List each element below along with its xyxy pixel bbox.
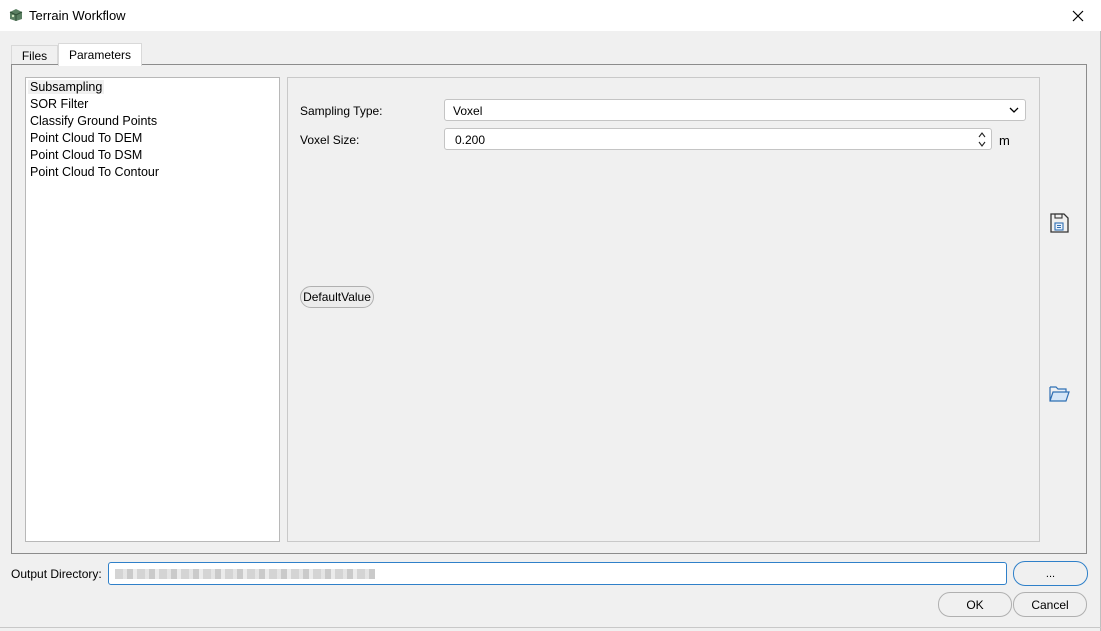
window-title: Terrain Workflow: [29, 8, 126, 23]
sampling-type-select[interactable]: Voxel: [444, 99, 1026, 121]
default-value-button[interactable]: DefaultValue: [300, 286, 374, 308]
chevron-down-icon: [1009, 107, 1019, 113]
sampling-type-label: Sampling Type:: [300, 104, 383, 118]
algorithm-item-classify-ground-points[interactable]: Classify Ground Points: [30, 114, 157, 128]
voxel-size-value: 0.200: [455, 133, 486, 147]
algorithm-list[interactable]: Subsampling SOR Filter Classify Ground P…: [25, 77, 280, 542]
folder-open-icon[interactable]: [1048, 382, 1070, 404]
parameter-panel: Sampling Type: Voxel Voxel Size: 0.200 m…: [287, 77, 1040, 542]
spin-up-icon[interactable]: [977, 131, 987, 139]
algorithm-item-point-cloud-to-contour[interactable]: Point Cloud To Contour: [30, 165, 159, 179]
voxel-size-spinbox[interactable]: 0.200: [444, 128, 992, 150]
algorithm-item-point-cloud-to-dsm[interactable]: Point Cloud To DSM: [30, 148, 142, 162]
cancel-button[interactable]: Cancel: [1013, 592, 1087, 617]
voxel-size-label: Voxel Size:: [300, 133, 360, 147]
voxel-size-unit: m: [999, 133, 1010, 148]
title-bar: Terrain Workflow: [0, 0, 1101, 31]
browse-button[interactable]: ...: [1013, 561, 1088, 586]
tab-parameters[interactable]: Parameters: [58, 43, 142, 66]
parameters-tab-content: Subsampling SOR Filter Classify Ground P…: [11, 64, 1087, 554]
window-bottom-border: [0, 627, 1101, 628]
save-icon[interactable]: [1048, 212, 1070, 234]
algorithm-item-point-cloud-to-dem[interactable]: Point Cloud To DEM: [30, 131, 142, 145]
output-directory-input[interactable]: [108, 562, 1007, 585]
terrain-app-icon: [9, 9, 23, 21]
spin-down-icon[interactable]: [977, 140, 987, 148]
algorithm-item-subsampling[interactable]: Subsampling: [28, 80, 105, 94]
close-button[interactable]: [1055, 0, 1101, 31]
ok-button[interactable]: OK: [938, 592, 1012, 617]
close-icon: [1072, 10, 1084, 21]
redacted-path: [115, 569, 375, 579]
output-directory-label: Output Directory:: [11, 567, 102, 581]
tab-files[interactable]: Files: [11, 45, 58, 65]
algorithm-item-sor-filter[interactable]: SOR Filter: [30, 97, 88, 111]
sampling-type-value: Voxel: [453, 104, 483, 118]
